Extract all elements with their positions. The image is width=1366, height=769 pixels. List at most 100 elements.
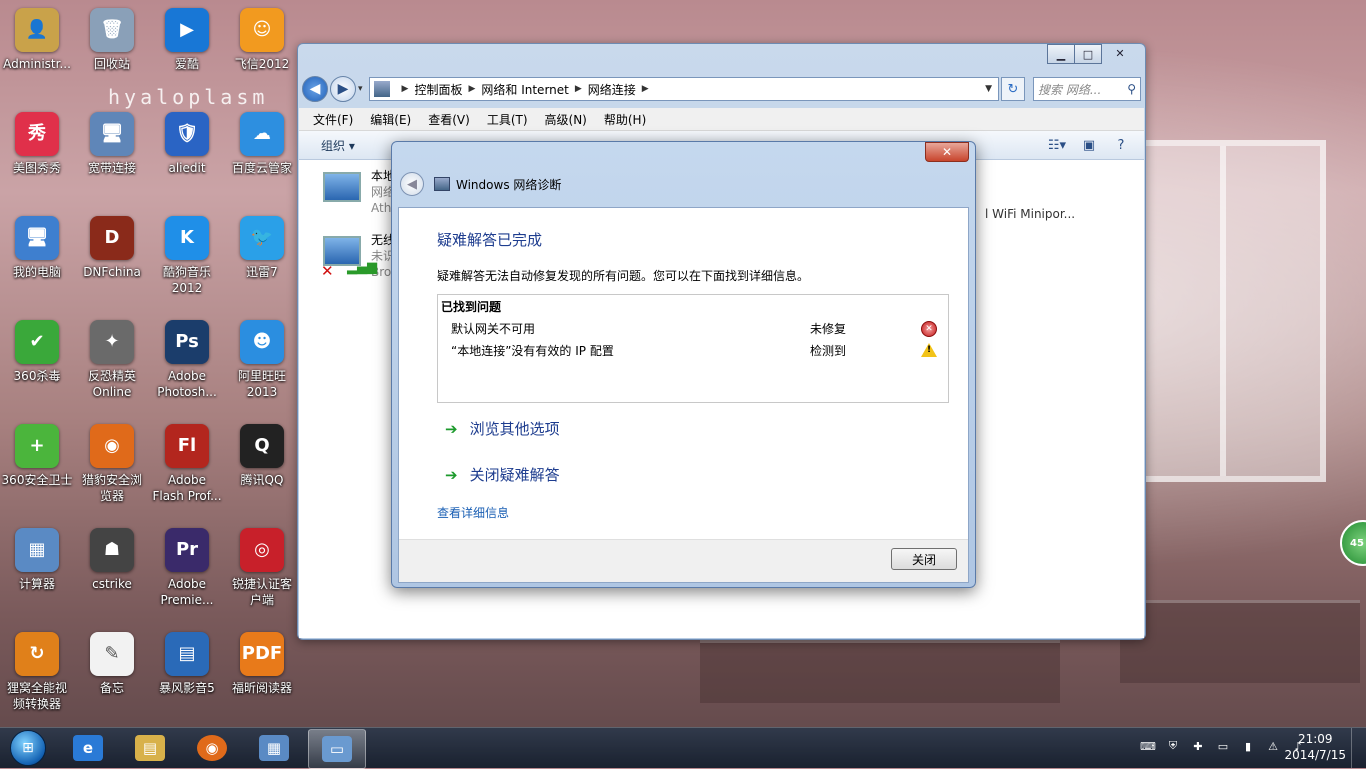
- dialog-close-button[interactable]: ✕: [925, 142, 969, 162]
- desktop-icon[interactable]: ▦ 计算器: [0, 528, 74, 592]
- wifi-adapter-name-truncated: l WiFi Minipor...: [985, 207, 1076, 221]
- desktop-icon[interactable]: ✎ 备忘: [75, 632, 149, 696]
- breadcrumb-network-connections[interactable]: 网络连接: [588, 81, 636, 98]
- problem-row[interactable]: “本地连接”没有有效的 IP 配置 检测到 !: [451, 342, 941, 360]
- error-icon: ✕: [921, 321, 937, 337]
- desktop-icon[interactable]: ▤ 暴风影音5: [150, 632, 224, 696]
- close-button[interactable]: 关闭: [891, 548, 957, 570]
- change-view-icon[interactable]: ☷▾: [1048, 137, 1066, 153]
- taskbar-control-panel[interactable]: ▦: [246, 729, 302, 767]
- taskbar-explorer[interactable]: ▤: [122, 729, 178, 767]
- desktop-icon[interactable]: ☻ 阿里旺旺 2013: [225, 320, 299, 400]
- app-icon: Ps: [165, 320, 209, 364]
- menu-view[interactable]: 查看(V): [428, 111, 470, 128]
- menu-advanced[interactable]: 高级(N): [545, 111, 587, 128]
- desktop-icon[interactable]: ☁ 百度云管家: [225, 112, 299, 176]
- windows-logo-icon: ⊞: [10, 730, 46, 766]
- app-icon: ☗: [90, 528, 134, 572]
- minimize-button[interactable]: ▁: [1047, 44, 1075, 64]
- desktop-icon-label: aliedit: [168, 161, 206, 175]
- search-input[interactable]: 搜索 网络... ⚲: [1033, 77, 1141, 101]
- breadcrumb-separator-icon: ▶: [574, 84, 582, 94]
- desktop-icon[interactable]: ☺ 飞信2012: [225, 8, 299, 72]
- desktop-icon[interactable]: Fl Adobe Flash Prof...: [150, 424, 224, 504]
- network-warning-icon[interactable]: ⚠: [1265, 738, 1281, 754]
- taskbar-network-diagnostics[interactable]: ▭: [308, 729, 366, 769]
- problem-text: “本地连接”没有有效的 IP 配置: [451, 344, 614, 358]
- app-icon: PDF: [240, 632, 284, 676]
- desktop-icon[interactable]: ↻ 狸窝全能视 频转换器: [0, 632, 74, 712]
- search-icon[interactable]: ⚲: [1127, 82, 1136, 96]
- desktop-icon-label: 锐捷认证客 户端: [231, 577, 292, 607]
- system-tray: ⌨ ⛨ ✚ ▭ ▮ ⚠ ♪: [1131, 738, 1306, 754]
- desktop-icon[interactable]: ◎ 锐捷认证客 户端: [225, 528, 299, 608]
- desktop-icon[interactable]: +360安全卫士: [0, 424, 74, 488]
- forward-button[interactable]: ▶: [330, 76, 356, 102]
- desktop-icon[interactable]: 🛡 aliedit: [150, 112, 224, 176]
- desktop-icon[interactable]: ◉ 猎豹安全浏 览器: [75, 424, 149, 504]
- view-details-link[interactable]: 查看详细信息: [437, 504, 509, 521]
- system-clock[interactable]: 21:09 2014/7/15: [1284, 731, 1346, 763]
- app-icon: ▤: [165, 632, 209, 676]
- breadcrumb-control-panel[interactable]: 控制面板: [414, 81, 462, 98]
- menu-tools[interactable]: 工具(T): [487, 111, 528, 128]
- plus-360-icon[interactable]: ✚: [1190, 738, 1206, 754]
- desktop-icon[interactable]: 🖥 宽带连接: [75, 112, 149, 176]
- network-diagnostics-icon: [434, 177, 450, 191]
- refresh-button[interactable]: ↻: [1001, 77, 1025, 101]
- address-dropdown-icon[interactable]: ▼: [979, 84, 998, 94]
- problem-row[interactable]: 默认网关不可用 未修复 ✕: [451, 320, 941, 338]
- desktop-icon[interactable]: ☗ cstrike: [75, 528, 149, 592]
- preview-pane-icon[interactable]: ▣: [1080, 137, 1098, 153]
- help-icon[interactable]: ?: [1112, 137, 1130, 153]
- desktop-icon[interactable]: 🖥 我的电脑: [0, 216, 74, 280]
- show-desktop-button[interactable]: [1351, 728, 1366, 768]
- control-panel-icon: [373, 81, 390, 97]
- network-diagnostics-icon: ▭: [322, 736, 352, 762]
- desktop-icon[interactable]: ▶ 爱酷: [150, 8, 224, 72]
- desktop-icon[interactable]: ✔ 360杀毒: [0, 320, 74, 384]
- desktop-icon[interactable]: 👤 Administr...: [0, 8, 74, 72]
- desktop-icon[interactable]: ✦ 反恐精英 Online: [75, 320, 149, 400]
- battery-icon[interactable]: ▮: [1240, 738, 1256, 754]
- desktop-icon[interactable]: K 酷狗音乐 2012: [150, 216, 224, 296]
- back-button[interactable]: ◀: [302, 76, 328, 102]
- start-button[interactable]: ⊞: [2, 728, 54, 768]
- option-label: 浏览其他选项: [469, 420, 560, 438]
- desktop-icon[interactable]: 🐦 迅雷7: [225, 216, 299, 280]
- close-button[interactable]: ✕: [1101, 44, 1139, 62]
- app-icon: ↻: [15, 632, 59, 676]
- desktop-icon[interactable]: 秀美图秀秀: [0, 112, 74, 176]
- maximize-button[interactable]: □: [1074, 44, 1102, 64]
- address-breadcrumb[interactable]: ▶ 控制面板 ▶ 网络和 Internet ▶ 网络连接 ▶ ▼: [368, 77, 999, 101]
- connection-local[interactable]: 本地 网络 Ath: [319, 168, 395, 216]
- troubleshooting-heading: 疑难解答已完成: [437, 231, 543, 249]
- dialog-back-button[interactable]: ◀: [400, 172, 424, 196]
- menu-edit[interactable]: 编辑(E): [370, 111, 411, 128]
- connection-wireless[interactable]: ✕ ▂▄▆ 无线 未识 Bro: [319, 232, 395, 280]
- monitor-icon[interactable]: ▭: [1215, 738, 1231, 754]
- close-troubleshooter-link[interactable]: ➔ 关闭疑难解答: [445, 464, 560, 485]
- floating-speed-ball[interactable]: 45: [1340, 520, 1366, 566]
- taskbar-liebao[interactable]: ◉: [184, 729, 240, 767]
- background-desk: [700, 640, 1060, 703]
- desktop-icon[interactable]: Ps Adobe Photosh...: [150, 320, 224, 400]
- keyboard-icon[interactable]: ⌨: [1140, 738, 1156, 754]
- search-placeholder: 搜索 网络...: [1038, 82, 1102, 97]
- problem-text: 默认网关不可用: [451, 322, 536, 336]
- desktop-icon[interactable]: PDF 福昕阅读器: [225, 632, 299, 696]
- warning-icon: !: [921, 343, 937, 357]
- desktop-icon[interactable]: 🗑 回收站: [75, 8, 149, 72]
- recent-pages-dropdown-icon[interactable]: ▾: [358, 84, 363, 94]
- desktop-icon[interactable]: Pr Adobe Premie...: [150, 528, 224, 608]
- breadcrumb-network-internet[interactable]: 网络和 Internet: [481, 81, 568, 98]
- app-icon: 🗑: [90, 8, 134, 52]
- menu-help[interactable]: 帮助(H): [604, 111, 646, 128]
- taskbar-ie[interactable]: e: [60, 729, 116, 767]
- menu-file[interactable]: 文件(F): [313, 111, 353, 128]
- shield-360-icon[interactable]: ⛨: [1165, 738, 1181, 754]
- desktop-icon[interactable]: Q 腾讯QQ: [225, 424, 299, 488]
- browse-other-options-link[interactable]: ➔ 浏览其他选项: [445, 418, 560, 439]
- organize-button[interactable]: 组织 ▾: [321, 137, 355, 154]
- desktop-icon[interactable]: D DNFchina: [75, 216, 149, 280]
